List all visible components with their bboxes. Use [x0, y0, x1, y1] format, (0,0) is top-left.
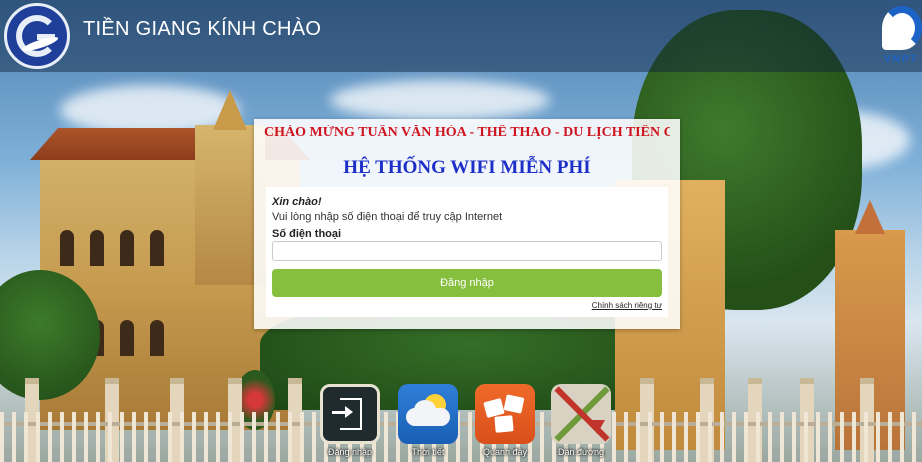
login-tile-button[interactable]: [320, 384, 380, 444]
phone-input[interactable]: [272, 241, 662, 261]
login-form: Xin chào! Vui lòng nhập số điện thoại để…: [266, 187, 668, 317]
map-icon-pin: [589, 420, 605, 434]
weather-icon-cloud: [406, 408, 450, 426]
login-button[interactable]: Đăng nhập: [272, 269, 662, 297]
directions-tile-button[interactable]: [551, 384, 611, 444]
nearby-icon-card: [483, 397, 505, 419]
weather-tile-button[interactable]: [398, 384, 458, 444]
window: [120, 320, 134, 356]
wifi-title: HỆ THỐNG WIFI MIỄN PHÍ: [343, 157, 591, 178]
window: [120, 230, 134, 266]
window: [150, 230, 164, 266]
cloud: [330, 80, 550, 120]
weather-tile-label[interactable]: Thời tiết: [388, 447, 468, 457]
privacy-policy-link[interactable]: Chính sách riêng tư: [592, 301, 662, 310]
window: [150, 320, 164, 356]
login-icon-arrowhead: [345, 406, 353, 418]
wifi-login-panel: CHÀO MỪNG TUẦN VĂN HÓA - THỂ THAO - DU L…: [254, 119, 680, 329]
vnpt-logo-icon: VNPT: [878, 4, 922, 68]
directions-tile-label[interactable]: Dẫn đường: [541, 447, 621, 457]
vnpt-mark: [882, 6, 922, 50]
nearby-tile-label[interactable]: Quanh đây: [465, 447, 545, 457]
nearby-icon-card: [503, 394, 525, 414]
instruction-text: Vui lòng nhập số điện thoại để truy cập …: [272, 211, 503, 223]
phone-label: Số điện thoại: [272, 228, 342, 240]
tien-giang-logo-icon: [4, 3, 70, 69]
header-bar: TIỀN GIANG KÍNH CHÀO VNPT: [0, 0, 922, 72]
vnpt-logo-text: VNPT: [884, 54, 919, 65]
welcome-marquee: CHÀO MỪNG TUẦN VĂN HÓA - THỂ THAO - DU L…: [264, 125, 670, 140]
nearby-tile-button[interactable]: [475, 384, 535, 444]
page-title: TIỀN GIANG KÍNH CHÀO: [83, 18, 322, 40]
nearby-icon-card: [494, 415, 514, 433]
window: [60, 230, 74, 266]
greeting-text: Xin chào!: [272, 196, 322, 208]
window: [90, 230, 104, 266]
login-tile-label[interactable]: Đăng nhập: [310, 447, 390, 457]
